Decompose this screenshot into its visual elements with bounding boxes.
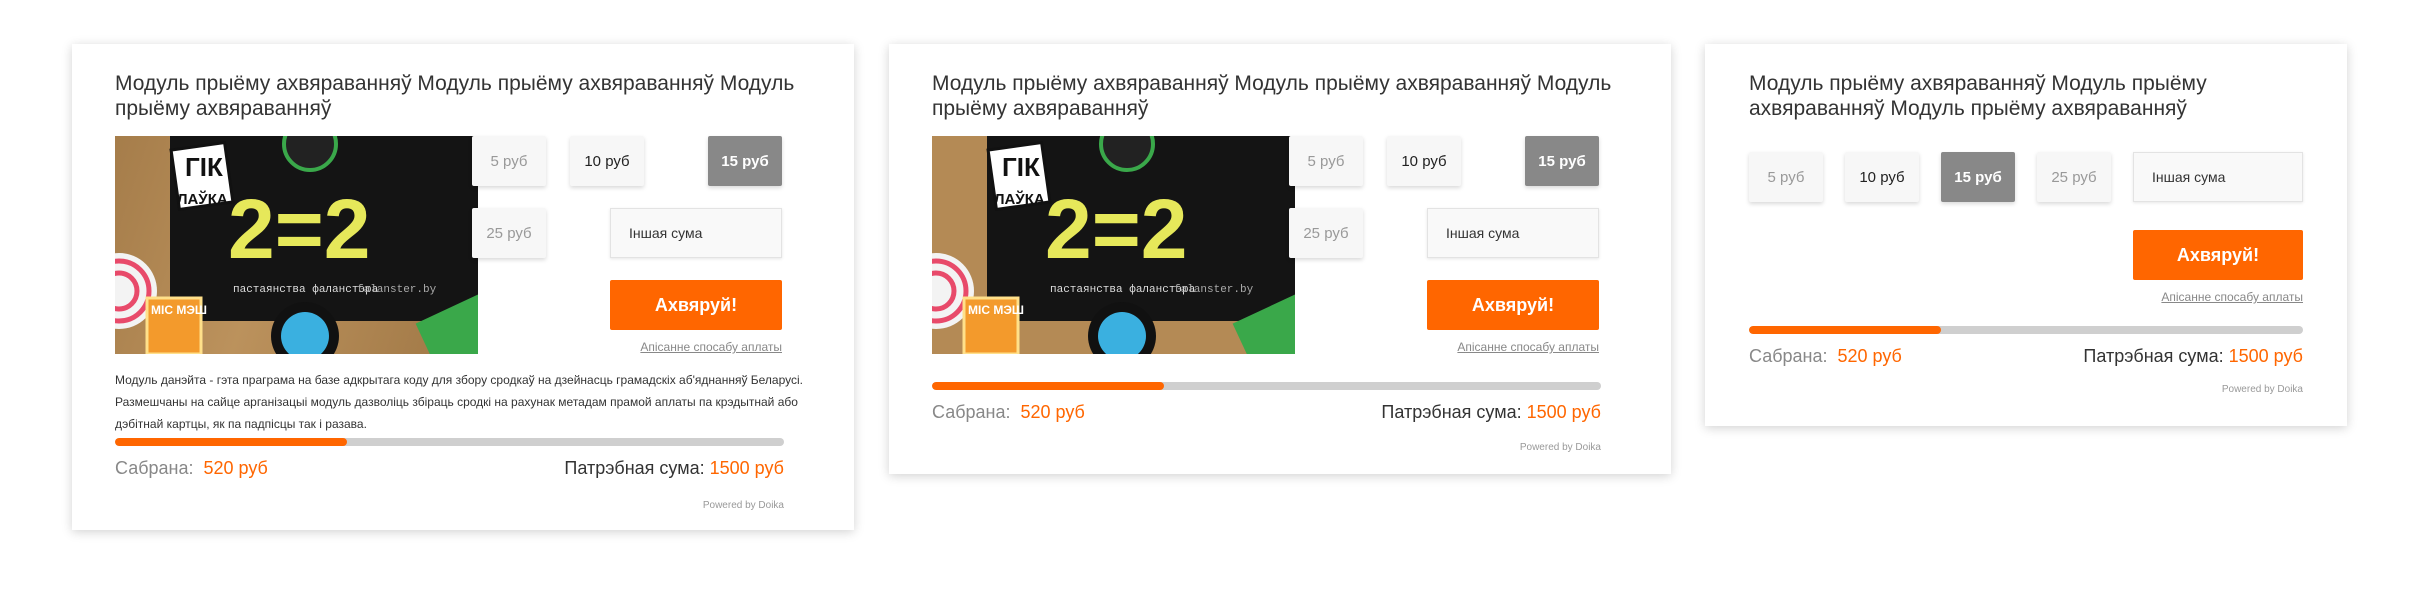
- donation-widget-full: Модуль прыёму ахвяраванняў Модуль прыёму…: [72, 44, 854, 530]
- collected-value: 520 руб: [1020, 402, 1085, 422]
- other-amount-input[interactable]: Іншая сума: [2133, 152, 2303, 202]
- amount-option-10[interactable]: 10 руб: [1845, 152, 1919, 202]
- amount-option-5[interactable]: 5 руб: [472, 136, 546, 186]
- photo-badge: МІС МЭШ: [151, 303, 207, 317]
- collected-value: 520 руб: [1837, 346, 1902, 366]
- photo-equation: 2=2: [1045, 182, 1188, 276]
- campaign-photo: ГІК ЛАЎКА 2=2 пастаянства фаланстэра fal…: [115, 136, 478, 354]
- needed-value: 1500 руб: [709, 458, 784, 478]
- campaign-photo: ГІК ЛАЎКА 2=2 пастаянства фаланстэра fal…: [932, 136, 1295, 354]
- collected-amount: Сабрана: 520 руб: [1749, 346, 1902, 367]
- donate-button[interactable]: Ахвяруй!: [1427, 280, 1599, 330]
- amount-option-10[interactable]: 10 руб: [570, 136, 644, 186]
- collected-amount: Сабрана: 520 руб: [932, 402, 1085, 423]
- payment-method-link[interactable]: Апісанне спосабу аплаты: [2133, 290, 2303, 304]
- widget-title: Модуль прыёму ахвяраванняў Модуль прыёму…: [1749, 72, 2207, 120]
- collected-label: Сабрана:: [1749, 346, 1828, 366]
- donation-widget-compact: Модуль прыёму ахвяраванняў Модуль прыёму…: [1705, 44, 2347, 426]
- amount-option-25[interactable]: 25 руб: [472, 208, 546, 258]
- progress-bar: [932, 382, 1601, 390]
- donation-widget-no-description: Модуль прыёму ахвяраванняў Модуль прыёму…: [889, 44, 1671, 474]
- progress-fill: [115, 438, 348, 446]
- needed-amount: Патрэбная сума: 1500 руб: [1381, 402, 1601, 423]
- widget-title: Модуль прыёму ахвяраванняў Модуль прыёму…: [932, 72, 1612, 120]
- needed-value: 1500 руб: [1526, 402, 1601, 422]
- needed-label: Патрэбная сума:: [564, 458, 705, 478]
- progress-fill: [1749, 326, 1942, 334]
- photo-logo-top: ГІК: [1002, 152, 1040, 182]
- needed-label: Патрэбная сума:: [2083, 346, 2224, 366]
- collected-value: 520 руб: [203, 458, 268, 478]
- amount-option-25[interactable]: 25 руб: [1289, 208, 1363, 258]
- progress-bar: [115, 438, 784, 446]
- progress-bar: [1749, 326, 2303, 334]
- collected-label: Сабрана:: [932, 402, 1011, 422]
- photo-logo-top: ГІК: [185, 152, 223, 182]
- needed-value: 1500 руб: [2228, 346, 2303, 366]
- photo-logo-bottom: ЛАЎКА: [994, 190, 1045, 208]
- photo-url: falanster.by: [1174, 284, 1254, 296]
- widget-description: Модуль данэйта - гэта праграма на базе а…: [115, 373, 804, 431]
- other-amount-input[interactable]: Іншая сума: [1427, 208, 1599, 258]
- amount-option-25[interactable]: 25 руб: [2037, 152, 2111, 202]
- donate-button[interactable]: Ахвяруй!: [610, 280, 782, 330]
- photo-equation: 2=2: [228, 182, 371, 276]
- amount-option-15[interactable]: 15 руб: [708, 136, 782, 186]
- amount-option-5[interactable]: 5 руб: [1289, 136, 1363, 186]
- other-amount-input[interactable]: Іншая сума: [610, 208, 782, 258]
- needed-label: Патрэбная сума:: [1381, 402, 1522, 422]
- powered-by: Powered by Doika: [2221, 384, 2303, 395]
- collected-label: Сабрана:: [115, 458, 194, 478]
- amount-option-5[interactable]: 5 руб: [1749, 152, 1823, 202]
- powered-by: Powered by Doika: [702, 500, 784, 511]
- amount-option-10[interactable]: 10 руб: [1387, 136, 1461, 186]
- progress-fill: [932, 382, 1165, 390]
- donate-button[interactable]: Ахвяруй!: [2133, 230, 2303, 280]
- needed-amount: Патрэбная сума: 1500 руб: [2083, 346, 2303, 367]
- photo-url: falanster.by: [357, 284, 437, 296]
- photo-logo-bottom: ЛАЎКА: [177, 190, 228, 208]
- needed-amount: Патрэбная сума: 1500 руб: [564, 458, 784, 479]
- widget-title: Модуль прыёму ахвяраванняў Модуль прыёму…: [115, 72, 795, 120]
- powered-by: Powered by Doika: [1519, 442, 1601, 453]
- amount-option-15[interactable]: 15 руб: [1525, 136, 1599, 186]
- collected-amount: Сабрана: 520 руб: [115, 458, 268, 479]
- payment-method-link[interactable]: Апісанне спосабу аплаты: [610, 340, 782, 354]
- payment-method-link[interactable]: Апісанне спосабу аплаты: [1427, 340, 1599, 354]
- photo-badge: МІС МЭШ: [968, 303, 1024, 317]
- amount-option-15[interactable]: 15 руб: [1941, 152, 2015, 202]
